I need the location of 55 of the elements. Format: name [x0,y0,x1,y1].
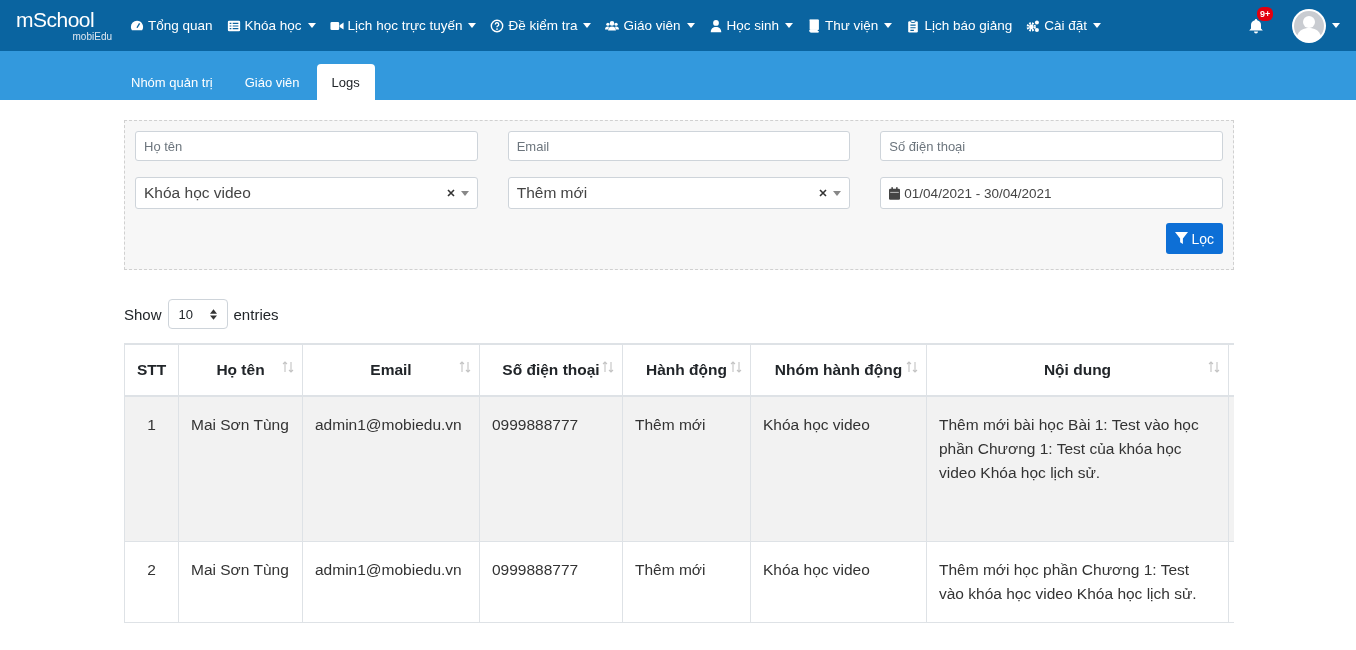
table-cell: Thêm mới [622,396,751,542]
filter-icon [1175,232,1189,245]
caret-icon [460,190,469,196]
page-length-select[interactable]: 10 [167,299,228,329]
table-cell: Mai Sơn Tùng [178,396,303,542]
page-length-value: 10 [178,306,193,322]
avatar-icon[interactable] [1292,8,1326,43]
up-down-caret-icon [209,308,217,320]
caret-icon[interactable] [1332,23,1340,28]
table-cell: Mai Sơn Tùng [178,541,303,623]
nav-menu-item[interactable]: Giáo viên [605,18,695,33]
table-cell: Thêm mới [622,541,751,623]
caret-icon [833,190,842,196]
table-cell: Khóa học video [750,541,927,623]
table-cell: 1 [124,396,179,542]
table-cell: 0999888777 [479,396,623,542]
nav-menu-item[interactable]: Học sinh [708,18,794,33]
phone-field[interactable]: Số điện thoại [880,131,1223,161]
date-range-field[interactable]: 01/04/2021 - 30/04/2021 [880,177,1223,209]
course-type-select[interactable]: Khóa học video [135,177,478,209]
gauge-icon [130,18,144,33]
question-icon [490,18,505,33]
notification-badge: 9+ [1257,6,1274,21]
nav-menu-item[interactable]: Khóa học [226,18,316,33]
list-icon [226,18,241,33]
tab[interactable]: Logs [316,64,375,100]
table-cell: Thêm mới học phần Chương 1: Test vào khóa học video Khóa học lịch sử. [926,541,1229,623]
table-cell: Thêm mới bài học Bài 1: Test vào học phần Chương 1: Test của khóa học video Khóa học lịch sử. [926,396,1229,542]
table-cell: admin1@mobiedu.vn [302,396,480,542]
settings-icon [1026,18,1041,33]
entries-label: entries [233,305,279,323]
nav-menu-item[interactable]: Đề kiểm tra [490,18,592,33]
logo[interactable]: mSchool mobiEdu [16,9,116,42]
clear-icon[interactable] [819,189,828,197]
nav-menu-item[interactable]: Tổng quan [130,18,213,33]
nav-menu-item[interactable]: Lịch học trực tuyến [329,18,477,33]
book-icon [807,18,822,33]
table-cell: 0999888777 [479,541,623,623]
table-cell: 2 [124,541,179,623]
clear-icon[interactable] [446,189,455,197]
table-cell: admin1@mobiedu.vn [302,541,480,623]
table-cell: Khóa học video [750,396,927,542]
calendar-icon [889,186,901,200]
action-select[interactable]: Thêm mới [507,177,851,209]
filter-button[interactable]: Lọc [1166,223,1223,254]
users-icon [605,18,620,33]
clipboard-icon [906,18,921,33]
show-label: Show [124,305,162,323]
name-field[interactable]: Họ tên [135,131,478,161]
nav-menu-item[interactable]: Thư viện [807,18,893,33]
bell-icon[interactable] [1248,17,1264,34]
nav-menu-item[interactable]: Cài đặt [1026,18,1101,33]
nav-menu-item[interactable]: Lịch báo giảng [906,18,1013,33]
user-icon [708,18,723,33]
email-field[interactable]: Email [507,131,851,161]
